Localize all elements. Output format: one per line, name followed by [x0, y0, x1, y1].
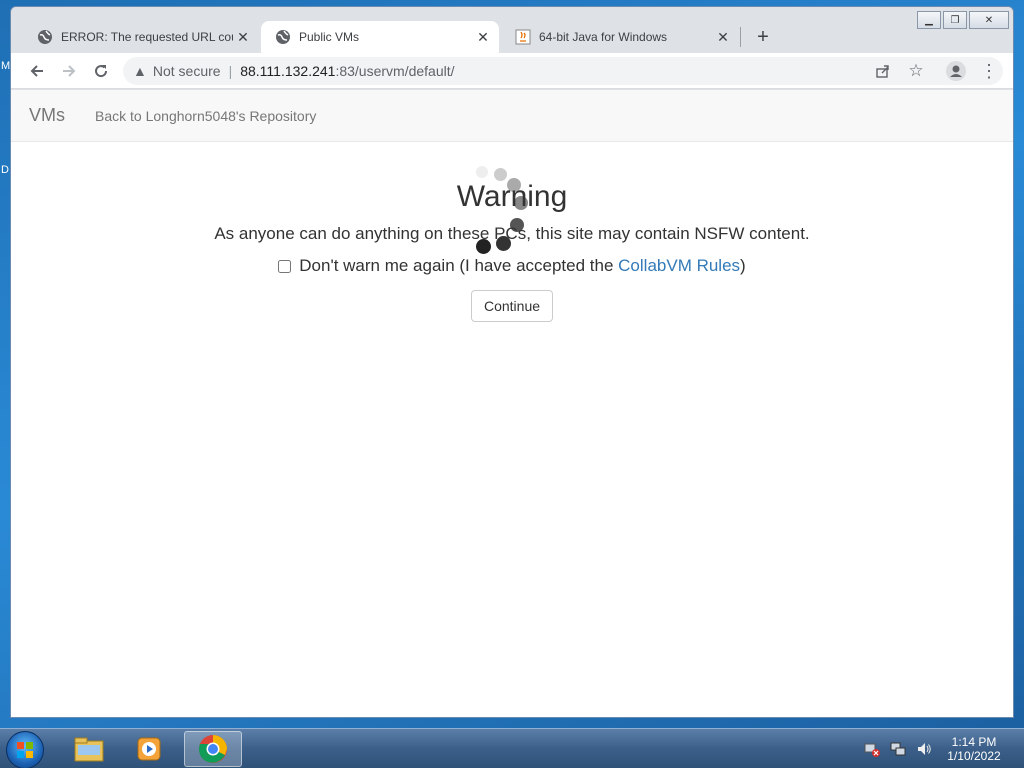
minimize-button[interactable]: ▁: [917, 11, 941, 29]
back-to-repository-link[interactable]: Back to Longhorn5048's Repository: [95, 108, 316, 124]
maximize-button[interactable]: ❐: [943, 11, 967, 29]
tab-separator: [740, 27, 741, 47]
clock-time: 1:14 PM: [951, 735, 997, 749]
java-icon: [515, 29, 531, 45]
web-page: VMs Back to Longhorn5048's Repository Wa…: [11, 90, 1013, 717]
close-tab-icon[interactable]: ✕: [713, 27, 733, 47]
browser-toolbar: ▲ Not secure | 88.111.132.241 :83/uservm…: [11, 53, 1013, 89]
collabvm-rules-link[interactable]: CollabVM Rules: [618, 256, 740, 275]
desktop-edge-label: D: [1, 164, 9, 176]
browser-window: ERROR: The requested URL could ✕ Public …: [10, 6, 1014, 718]
reload-icon[interactable]: [89, 59, 113, 83]
tab-java[interactable]: 64-bit Java for Windows ✕: [501, 21, 739, 53]
warning-icon: ▲: [133, 63, 147, 79]
network-icon[interactable]: [890, 741, 906, 760]
tab-strip: ERROR: The requested URL could ✕ Public …: [11, 7, 1013, 53]
menu-kebab-icon[interactable]: ⋮: [977, 59, 1001, 83]
dont-warn-checkbox-row[interactable]: Don't warn me again (I have accepted the…: [278, 256, 746, 276]
url-host: 88.111.132.241: [240, 63, 336, 79]
desktop-edge-label: M: [1, 60, 11, 72]
back-arrow-icon[interactable]: [25, 59, 49, 83]
url-divider: |: [228, 63, 233, 79]
dont-warn-checkbox[interactable]: [278, 259, 292, 273]
close-window-button[interactable]: ✕: [969, 11, 1009, 29]
clock-date: 1/10/2022: [947, 749, 1001, 763]
system-tray: [864, 741, 932, 760]
explorer-icon[interactable]: [60, 731, 118, 767]
warning-panel: Warning As anyone can do anything on the…: [11, 180, 1013, 322]
dont-warn-label: Don't warn me again (I have accepted the: [299, 256, 614, 275]
site-brand[interactable]: VMs: [29, 105, 65, 126]
start-button[interactable]: [6, 731, 44, 768]
close-tab-icon[interactable]: ✕: [473, 27, 493, 47]
url-path: :83/uservm/default/: [335, 63, 455, 79]
media-player-icon[interactable]: [120, 731, 178, 767]
new-tab-button[interactable]: +: [751, 25, 775, 49]
share-icon[interactable]: [871, 59, 895, 83]
globe-icon: [37, 29, 53, 45]
continue-button[interactable]: Continue: [470, 289, 554, 322]
tab-title: ERROR: The requested URL could: [61, 30, 233, 44]
warning-title: Warning: [456, 180, 568, 213]
not-secure-label: Not secure: [152, 63, 221, 79]
tab-public-vms[interactable]: Public VMs ✕: [261, 21, 499, 53]
network-error-icon[interactable]: [864, 741, 880, 760]
dont-warn-label-suffix: ): [740, 256, 746, 275]
tab-error[interactable]: ERROR: The requested URL could ✕: [23, 21, 259, 53]
bookmark-star-icon[interactable]: ☆: [904, 59, 928, 83]
globe-icon: [275, 29, 291, 45]
taskbar-clock[interactable]: 1:14 PM 1/10/2022: [936, 735, 1012, 763]
taskbar: 1:14 PM 1/10/2022: [0, 728, 1024, 768]
warning-message: As anyone can do anything on these PCs, …: [214, 224, 810, 243]
close-tab-icon[interactable]: ✕: [233, 27, 253, 47]
volume-icon[interactable]: [916, 741, 932, 760]
tab-title: 64-bit Java for Windows: [539, 30, 668, 44]
tab-title: Public VMs: [299, 30, 360, 44]
site-navbar: VMs Back to Longhorn5048's Repository: [11, 90, 1013, 142]
chrome-icon[interactable]: [184, 731, 242, 767]
profile-avatar-icon[interactable]: [944, 59, 968, 83]
forward-arrow-icon[interactable]: [57, 59, 81, 83]
